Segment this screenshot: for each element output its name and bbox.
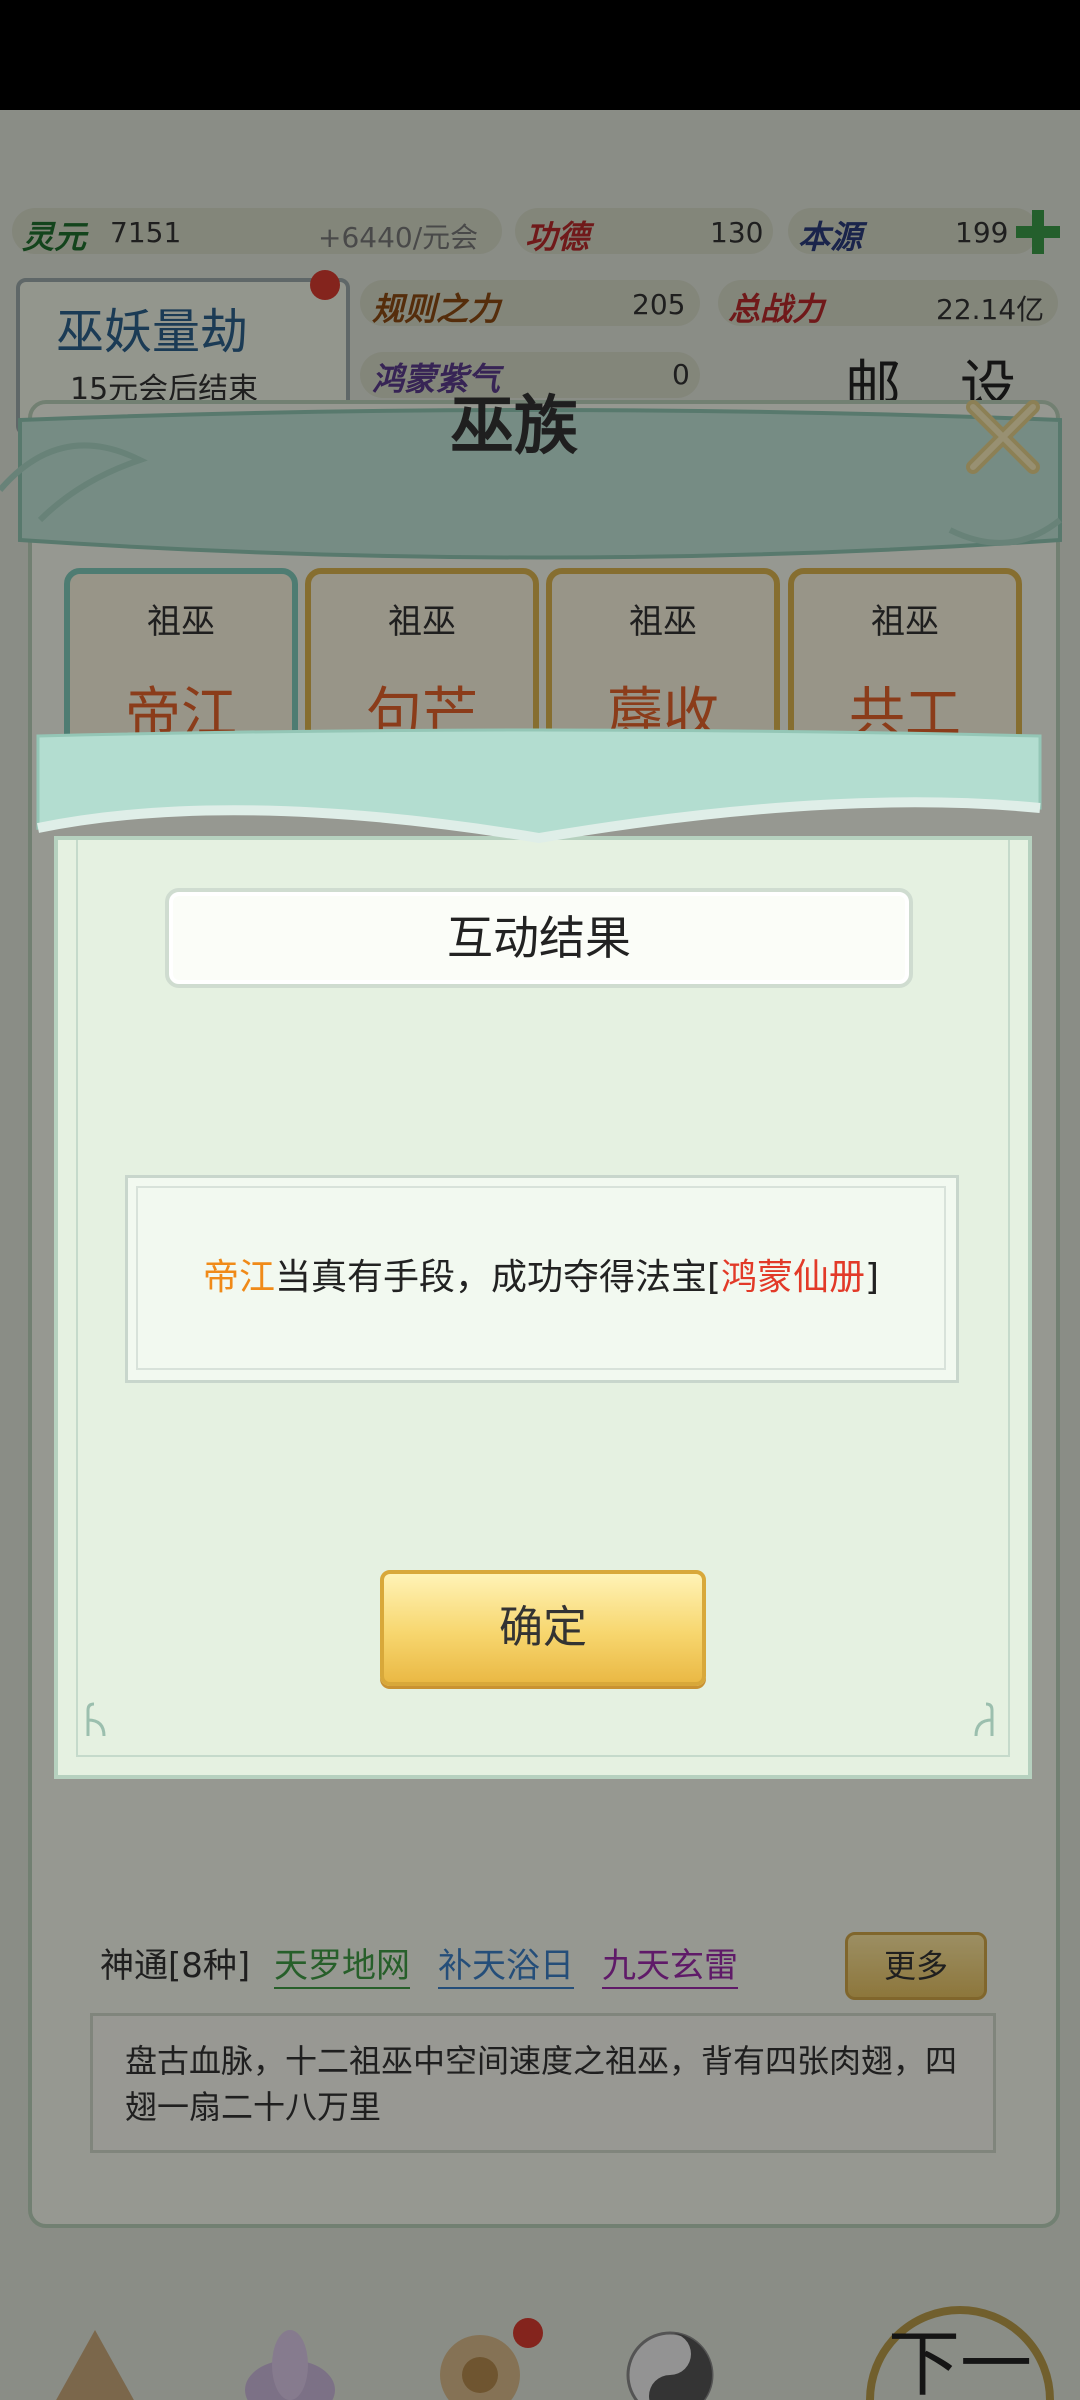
message-body: 当真有手段，成功夺得法宝[: [274, 1257, 721, 1298]
message-box-inner: 帝江当真有手段，成功夺得法宝[鸿蒙仙册]: [136, 1186, 946, 1370]
message-end: ]: [865, 1257, 880, 1298]
message-text: 帝江当真有手段，成功夺得法宝[鸿蒙仙册]: [138, 1188, 944, 1368]
confirm-label: 确定: [499, 1602, 587, 1653]
corner-ornament-icon: [974, 1702, 994, 1737]
message-box: 帝江当真有手段，成功夺得法宝[鸿蒙仙册]: [125, 1175, 959, 1383]
dialog-title: 互动结果: [447, 911, 631, 965]
message-actor: 帝江: [202, 1257, 275, 1298]
message-item: 鸿蒙仙册: [721, 1257, 866, 1298]
dialog-title-plate: 互动结果: [165, 888, 913, 988]
dialog-banner: [36, 728, 1042, 844]
confirm-button[interactable]: 确定: [380, 1570, 706, 1686]
status-bar: [0, 0, 1080, 110]
corner-ornament-icon: [86, 1702, 106, 1737]
